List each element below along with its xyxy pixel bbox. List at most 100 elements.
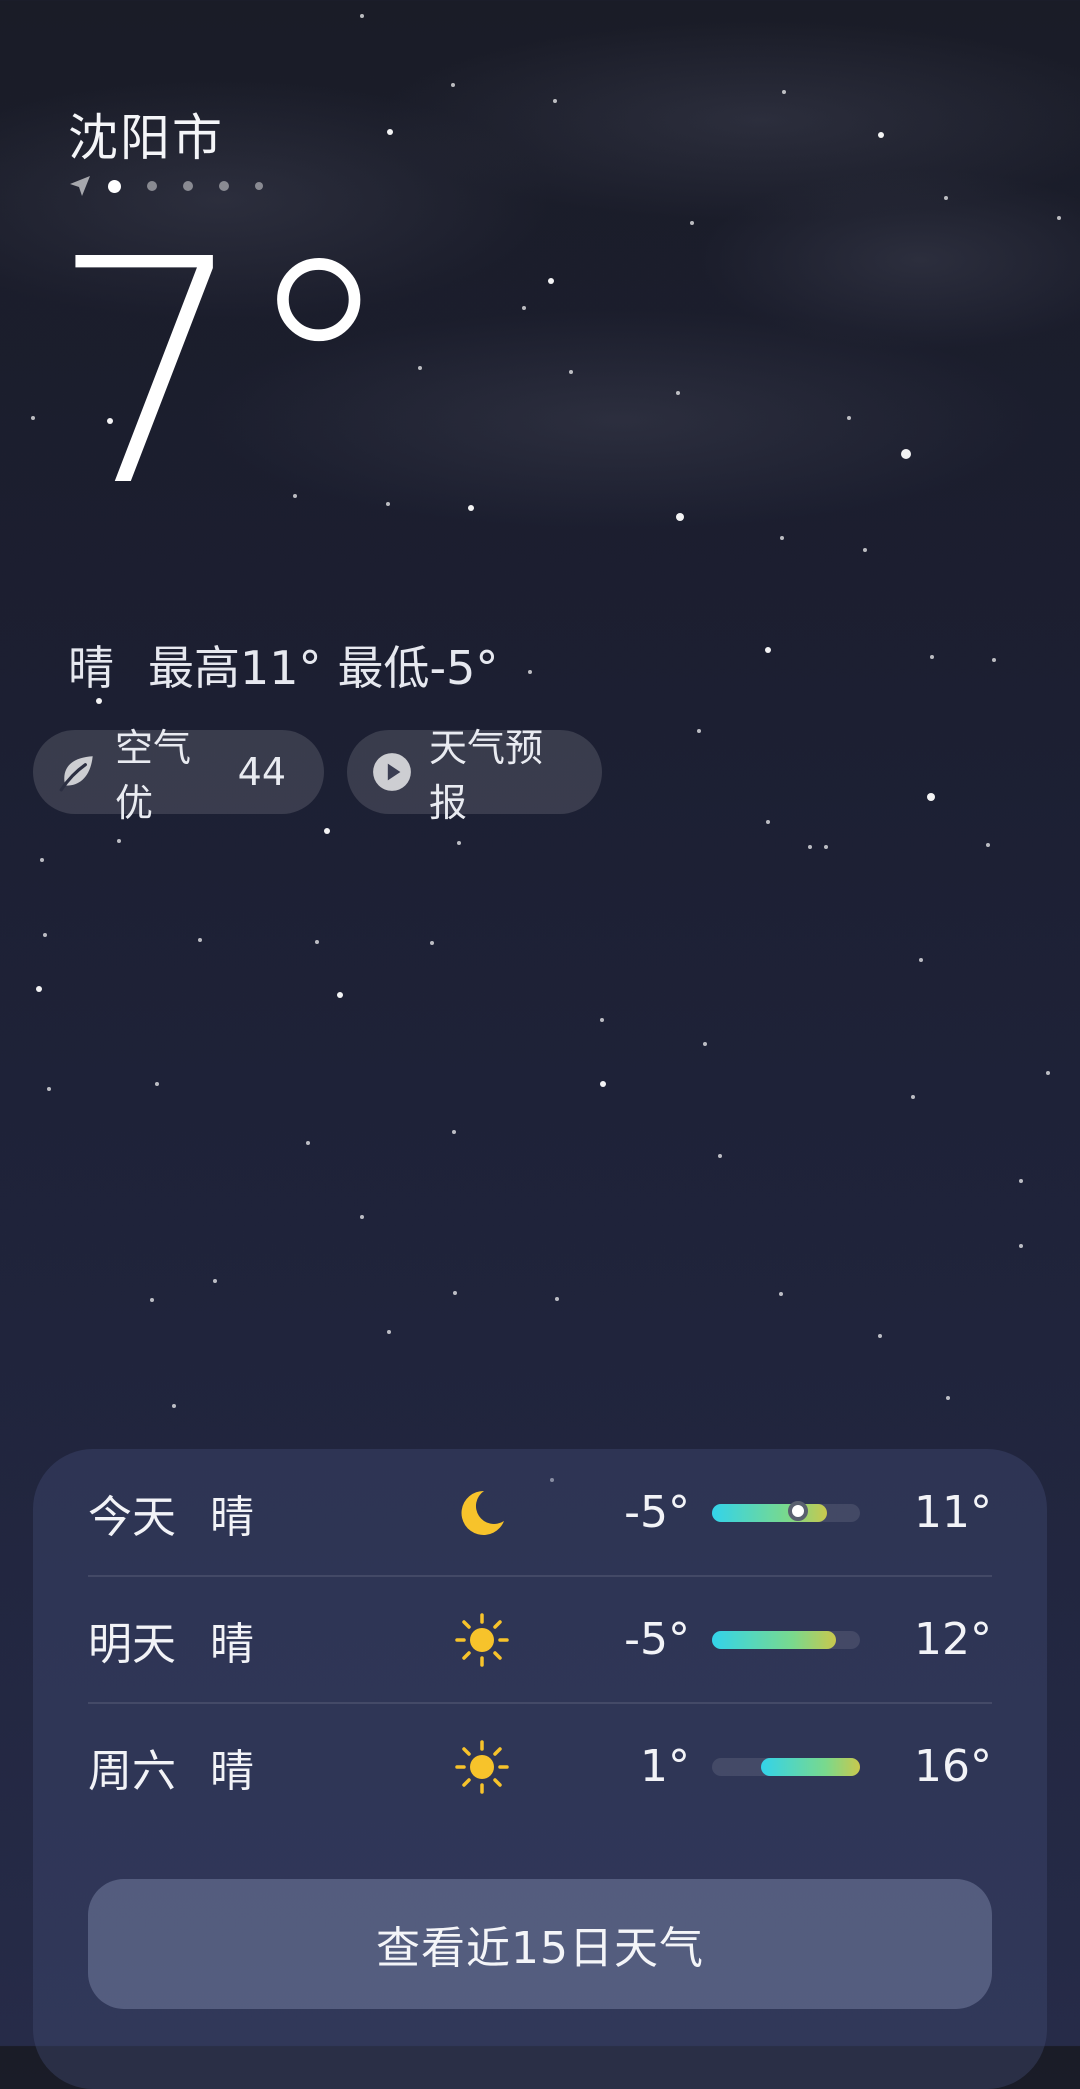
star — [360, 14, 364, 18]
star — [387, 129, 393, 135]
star — [600, 1018, 604, 1022]
star — [528, 670, 532, 674]
temperature-range-bar — [712, 1757, 860, 1776]
star — [765, 647, 771, 653]
temperature-range-fill — [712, 1503, 828, 1522]
star — [452, 1130, 456, 1134]
today-high: 最高11° — [148, 641, 322, 695]
star — [1019, 1179, 1023, 1183]
star — [690, 221, 694, 225]
star — [36, 986, 42, 992]
forecast-low: -5° — [624, 1614, 690, 1665]
star — [930, 655, 934, 659]
quick-chips: 空气优 44 天气预报 — [33, 726, 625, 825]
star — [150, 1298, 154, 1302]
temperature-range-fill — [760, 1757, 860, 1776]
star — [1046, 1071, 1050, 1075]
star — [555, 1297, 559, 1301]
star — [703, 1042, 707, 1046]
star — [878, 1334, 882, 1338]
current-condition: 晴 — [68, 641, 114, 695]
star — [198, 938, 202, 942]
air-quality-label: 空气优 — [115, 726, 192, 825]
star — [31, 416, 35, 420]
page-dot-2 — [147, 181, 157, 191]
star — [40, 858, 44, 862]
play-icon — [373, 753, 411, 791]
star — [468, 505, 474, 511]
star — [457, 841, 461, 845]
forecast-day: 今天 — [88, 1491, 176, 1543]
star — [47, 1087, 51, 1091]
page-dot-1 — [108, 179, 121, 193]
star — [718, 1154, 722, 1158]
condition-summary: 晴最高11° 最低-5° — [68, 632, 498, 698]
star — [430, 941, 434, 945]
forecast-condition: 晴 — [210, 1745, 254, 1797]
star — [600, 1081, 606, 1087]
forecast-high: 16° — [914, 1741, 992, 1792]
star — [553, 99, 557, 103]
page-dot-5 — [255, 182, 263, 190]
star — [779, 1292, 783, 1296]
forecast-high: 12° — [914, 1614, 992, 1665]
star — [117, 839, 121, 843]
temperature-range-fill — [712, 1630, 837, 1649]
air-quality-value: 44 — [237, 750, 286, 794]
star — [927, 793, 935, 801]
weather-forecast-label: 天气预报 — [429, 726, 544, 825]
star — [919, 958, 923, 962]
leaf-icon — [59, 756, 93, 792]
star — [172, 1404, 176, 1408]
page-dot-4 — [219, 181, 229, 191]
current-temperature: 7° — [50, 194, 396, 555]
star — [315, 940, 319, 944]
forecast-row[interactable]: 周六 晴 1° 16° — [88, 1703, 992, 1830]
star — [522, 306, 526, 310]
star — [451, 83, 455, 87]
star — [676, 513, 684, 521]
star — [847, 416, 851, 420]
forecast-low: -5° — [624, 1487, 690, 1538]
star — [901, 449, 911, 459]
temperature-range-bar — [712, 1500, 860, 1522]
star — [863, 548, 867, 552]
star — [944, 196, 948, 200]
sun-icon — [455, 1612, 509, 1667]
star — [1019, 1244, 1023, 1248]
view-15-day-forecast-button[interactable]: 查看近15日天气 — [88, 1879, 992, 2009]
star — [155, 1082, 159, 1086]
star — [418, 366, 422, 370]
forecast-condition: 晴 — [210, 1618, 254, 1670]
star — [986, 843, 990, 847]
star — [878, 132, 884, 138]
star — [676, 391, 680, 395]
star — [992, 658, 996, 662]
weather-forecast-chip[interactable]: 天气预报 — [347, 726, 602, 825]
forecast-card: 今天 晴 -5° 11° 明天 晴 -5° 12° 周六 晴 1° 16° 查看… — [33, 1449, 1047, 2089]
star — [824, 845, 828, 849]
star — [453, 1291, 457, 1295]
star — [213, 1279, 217, 1283]
current-temp-marker — [788, 1500, 809, 1521]
moon-icon — [461, 1490, 504, 1535]
star — [780, 536, 784, 540]
forecast-row[interactable]: 明天 晴 -5° 12° — [88, 1576, 992, 1703]
star — [548, 278, 554, 284]
star — [306, 1141, 310, 1145]
star — [766, 820, 770, 824]
forecast-row[interactable]: 今天 晴 -5° 11° — [88, 1449, 992, 1576]
forecast-low: 1° — [640, 1741, 690, 1792]
star — [808, 845, 812, 849]
sun-icon — [455, 1739, 509, 1794]
star — [911, 1095, 915, 1099]
star — [96, 698, 102, 704]
forecast-high: 11° — [914, 1487, 992, 1538]
city-name[interactable]: 沈阳市 — [68, 98, 224, 170]
forecast-condition: 晴 — [210, 1491, 254, 1543]
forecast-day: 周六 — [88, 1745, 176, 1797]
air-quality-chip[interactable]: 空气优 44 — [33, 726, 324, 825]
star — [324, 828, 330, 834]
star — [1057, 216, 1061, 220]
star — [946, 1396, 950, 1400]
